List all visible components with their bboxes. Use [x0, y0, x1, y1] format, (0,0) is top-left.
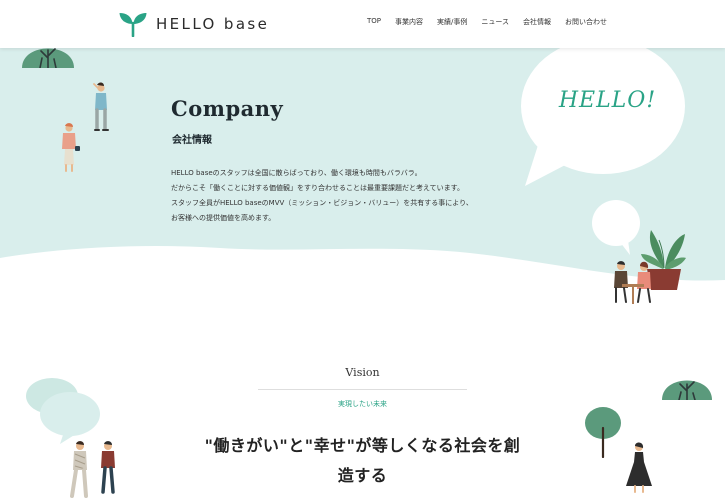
nav-contact[interactable]: お問い合わせ [565, 17, 607, 27]
intro-line: HELLO baseのスタッフは全国に散らばっており、働く環境も時間もバラバラ。 [171, 169, 422, 177]
small-tree-illustration [585, 407, 621, 458]
vision-title: Vision [345, 366, 380, 379]
vision-divider [258, 389, 467, 390]
logo-text: HELLO base [156, 15, 270, 33]
cloud-bubbles-illustration [26, 378, 100, 444]
nav-services[interactable]: 事業内容 [395, 17, 423, 27]
page-subtitle: 会社情報 [172, 135, 212, 146]
nav-news[interactable]: ニュース [481, 17, 509, 27]
nav-top[interactable]: TOP [367, 17, 381, 27]
person-illustration-standing [93, 82, 109, 131]
global-nav: TOP 事業内容 実績/事例 ニュース 会社情報 お問い合わせ [367, 17, 607, 27]
intro-line: だからこそ「働くことに対する価値観」をすり合わせることは最重要課題だと考えていま… [171, 184, 464, 192]
small-speech-bubble [592, 200, 640, 255]
people-at-table-illustration [614, 261, 651, 304]
vision-statement-line: "働きがい"と"幸せ"が等しくなる社会を創 [204, 436, 521, 455]
site-logo[interactable]: HELLO base [118, 11, 269, 37]
two-people-illustration [70, 441, 115, 498]
sprout-logo-icon [119, 13, 147, 37]
intro-line: お客様への提供価値を高めます。 [171, 214, 276, 222]
person-illustration-walking [62, 123, 80, 172]
nav-company[interactable]: 会社情報 [523, 17, 551, 27]
intro-line: スタッフ全員がHELLO baseのMVV（ミッション・ビジョン・バリュー）を共… [171, 199, 473, 207]
site-header: HELLO base TOP 事業内容 実績/事例 ニュース 会社情報 お問い合… [0, 0, 725, 48]
vision-statement-line: 造する [337, 466, 388, 485]
nav-works[interactable]: 実績/事例 [437, 17, 467, 27]
page-title: Company [171, 96, 284, 121]
hello-speech-bubble [521, 44, 685, 186]
woman-illustration [626, 442, 652, 493]
intro-text: HELLO baseのスタッフは全国に散らばっており、働く環境も時間もバラバラ。… [171, 166, 473, 226]
vision-statement: "働きがい"と"幸せ"が等しくなる社会を創 造する [200, 431, 525, 491]
hello-bubble-text: HELLO! [558, 88, 657, 113]
tree-illustration-right [662, 380, 712, 400]
